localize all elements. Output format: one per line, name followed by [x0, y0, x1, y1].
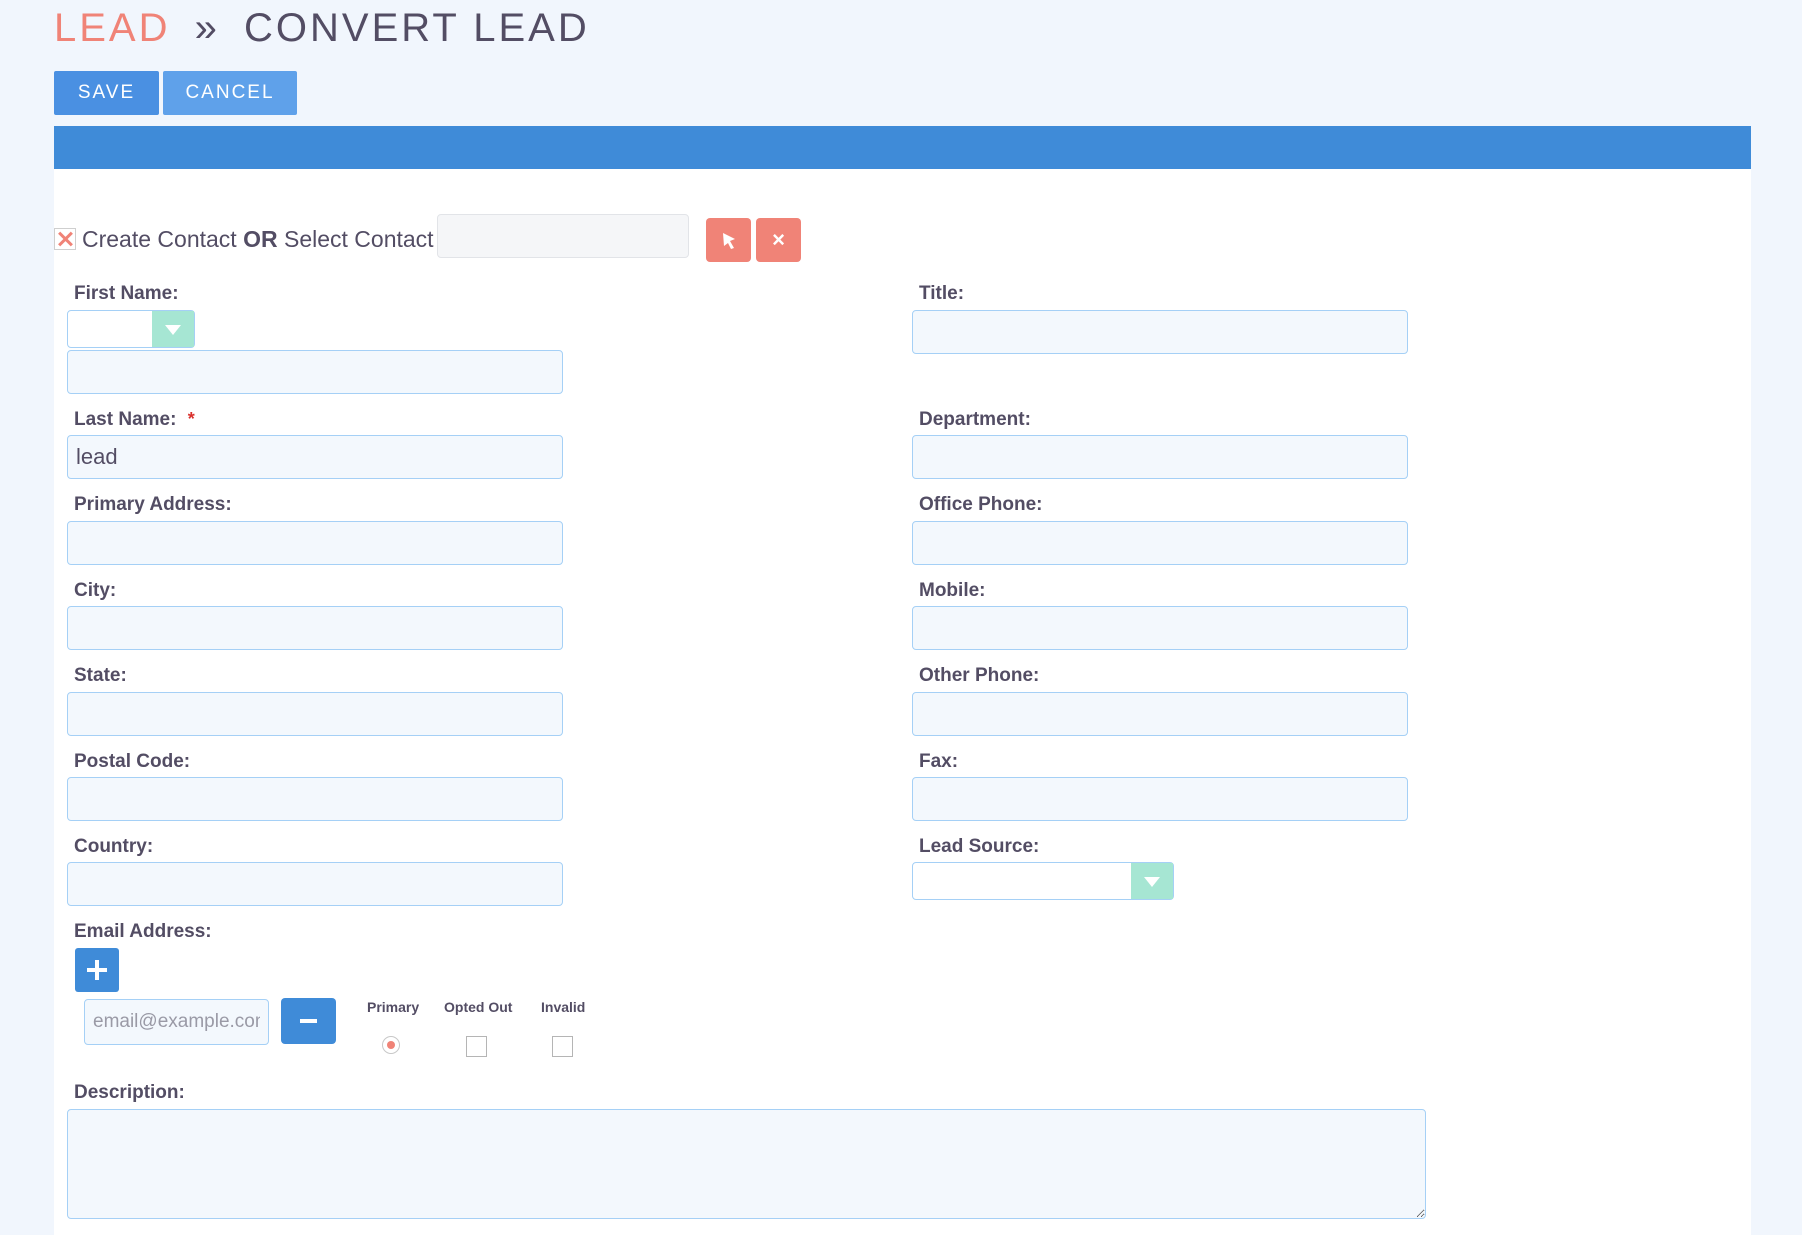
city-input[interactable] [67, 606, 563, 650]
lead-source-select[interactable] [912, 862, 1174, 900]
fax-input[interactable] [912, 777, 1408, 821]
clear-contact-button[interactable]: × [756, 218, 801, 262]
city-label: City: [74, 580, 117, 601]
mobile-input[interactable] [912, 606, 1408, 650]
other-phone-label: Other Phone: [919, 665, 1040, 686]
description-label: Description: [74, 1082, 185, 1103]
create-contact-row: Create Contact OR Select Contact * [54, 213, 453, 265]
invalid-label: Invalid [541, 999, 586, 1015]
last-name-label-row: Last Name: * [74, 409, 195, 431]
create-contact-checkbox[interactable] [54, 228, 76, 250]
title-input[interactable] [912, 310, 1408, 354]
create-contact-text: Create Contact [82, 225, 237, 252]
primary-label: Primary [367, 999, 420, 1015]
salutation-select[interactable] [67, 310, 195, 348]
remove-email-button[interactable] [281, 998, 336, 1044]
fax-label: Fax: [919, 751, 959, 772]
select-contact-text: Select Contact [283, 225, 434, 252]
first-name-label: First Name: [74, 283, 179, 304]
email-input[interactable] [84, 999, 269, 1045]
last-name-label: Last Name: [74, 409, 177, 430]
state-label: State: [74, 665, 127, 686]
select-contact-input[interactable] [437, 214, 689, 258]
postal-code-input[interactable] [67, 777, 563, 821]
chevron-down-icon[interactable] [152, 311, 194, 347]
lead-source-label: Lead Source: [919, 836, 1040, 857]
breadcrumb-module-link[interactable]: LEAD [54, 6, 171, 50]
country-label: Country: [74, 836, 154, 857]
breadcrumb-separator: » [194, 6, 220, 50]
opted-out-label: Opted Out [444, 999, 513, 1015]
primary-email-radio[interactable] [382, 1036, 400, 1054]
chevron-down-icon[interactable] [1131, 863, 1173, 899]
breadcrumb-action: CONVERT LEAD [244, 6, 590, 50]
invalid-checkbox[interactable] [552, 1036, 573, 1057]
email-address-label: Email Address: [74, 921, 212, 942]
cancel-button[interactable]: CANCEL [163, 71, 297, 115]
other-phone-input[interactable] [912, 692, 1408, 736]
primary-address-input[interactable] [67, 521, 563, 565]
department-label: Department: [919, 409, 1031, 430]
save-button[interactable]: SAVE [54, 71, 159, 115]
select-contact-button[interactable] [706, 218, 751, 262]
department-input[interactable] [912, 435, 1408, 479]
add-email-button[interactable] [75, 948, 119, 992]
postal-code-label: Postal Code: [74, 751, 191, 772]
country-input[interactable] [67, 862, 563, 906]
or-text: OR [243, 225, 278, 252]
description-textarea[interactable] [67, 1109, 1426, 1219]
cursor-arrow-icon [722, 233, 735, 249]
mobile-label: Mobile: [919, 580, 986, 601]
office-phone-label: Office Phone: [919, 494, 1043, 515]
page-title: LEAD » CONVERT LEAD [54, 6, 590, 51]
last-name-required-mark: * [187, 409, 195, 429]
create-contact-label: Create Contact OR Select Contact * [82, 226, 453, 253]
office-phone-input[interactable] [912, 521, 1408, 565]
close-icon: × [772, 227, 785, 252]
opted-out-checkbox[interactable] [466, 1036, 487, 1057]
state-input[interactable] [67, 692, 563, 736]
panel-header [54, 126, 1751, 169]
last-name-input[interactable] [67, 435, 563, 479]
first-name-input[interactable] [67, 350, 563, 394]
title-label: Title: [919, 283, 965, 304]
primary-address-label: Primary Address: [74, 494, 232, 515]
